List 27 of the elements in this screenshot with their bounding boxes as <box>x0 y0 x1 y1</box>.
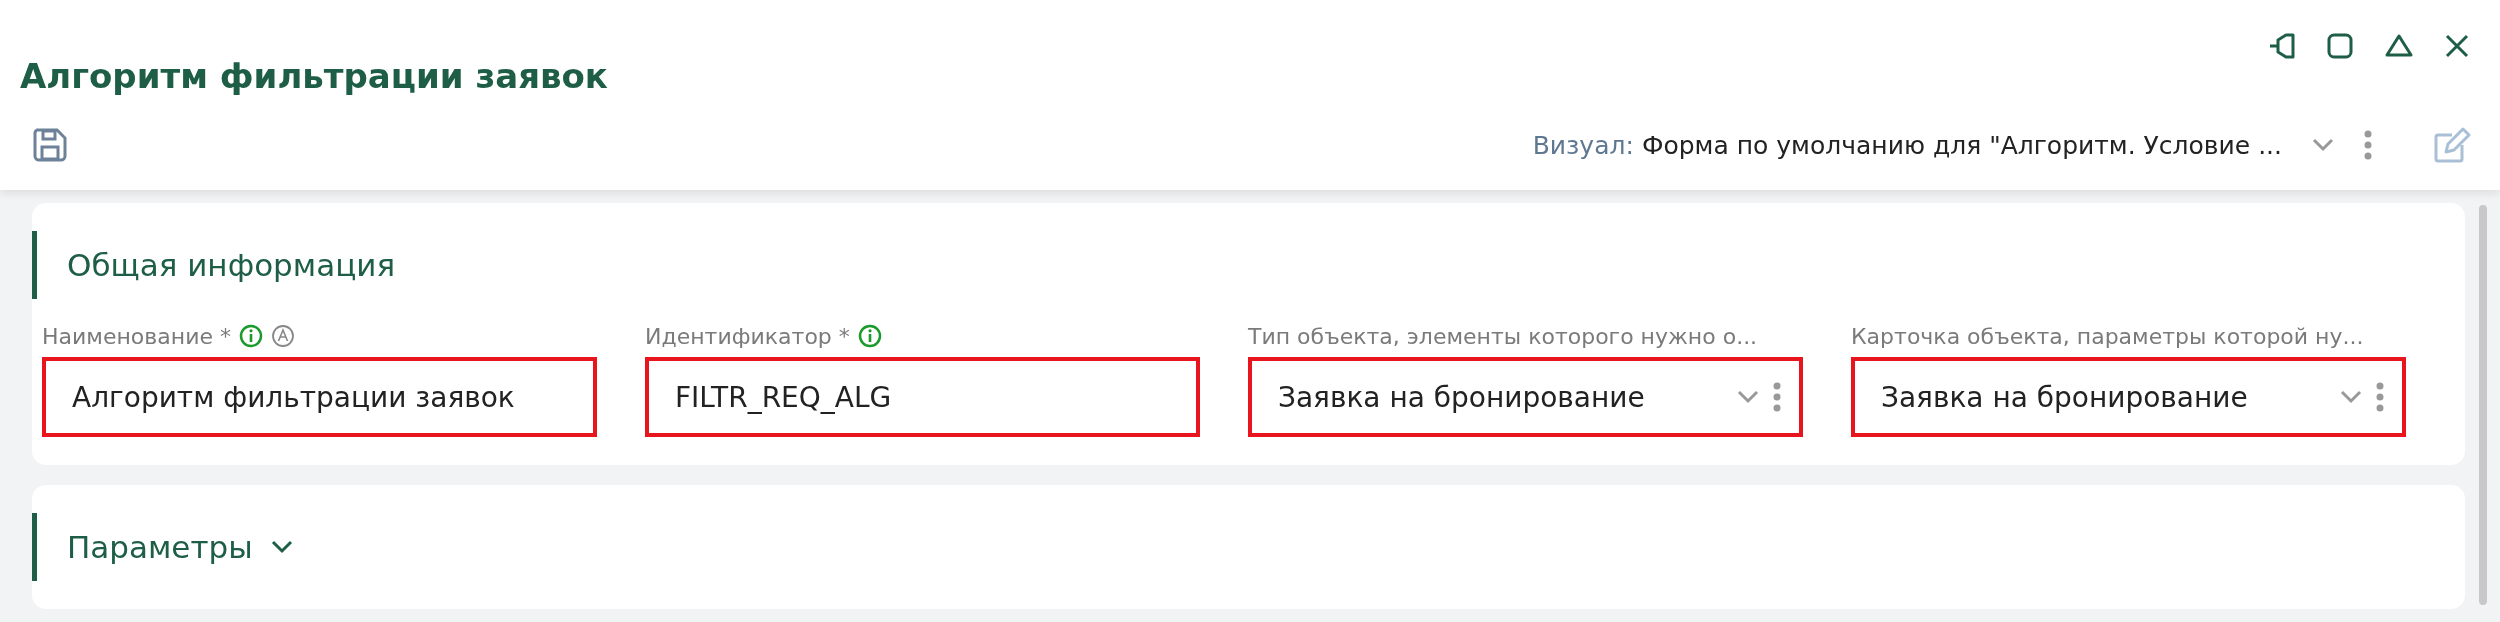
visual-label: Визуал: <box>1532 130 1634 160</box>
input-field[interactable]: FILTR_REQ_ALG <box>645 357 1200 437</box>
info-icon[interactable] <box>238 324 263 348</box>
chevron-down-icon[interactable] <box>270 540 293 554</box>
save-icon[interactable] <box>32 127 68 163</box>
field-label: Тип объекта, элементы которого нужно о... <box>1248 323 1758 349</box>
visual-value: Форма по умолчанию для "Алгоритм. Условие ... <box>1641 130 2282 160</box>
scrollbar[interactable] <box>2478 205 2487 605</box>
auto-icon[interactable] <box>270 324 295 348</box>
field-label: Наименование * <box>42 323 231 349</box>
field-label: Идентификатор * <box>645 323 850 349</box>
more-icon[interactable] <box>1773 382 1781 412</box>
edit-icon[interactable] <box>2432 125 2472 165</box>
section-title: Общая информация <box>67 247 396 283</box>
window-title: Алгоритм фильтрации заявок <box>20 56 608 96</box>
more-icon[interactable] <box>2376 382 2384 412</box>
collapse-icon[interactable] <box>2384 32 2414 60</box>
section-title[interactable]: Параметры <box>67 529 253 565</box>
input-field[interactable]: Алгоритм фильтрации заявок <box>42 357 597 437</box>
more-icon[interactable] <box>2364 130 2372 160</box>
close-icon[interactable] <box>2444 32 2470 60</box>
info-icon[interactable] <box>857 324 882 348</box>
select-field[interactable]: Заявка на бронирование <box>1851 357 2406 437</box>
maximize-icon[interactable] <box>2326 32 2354 60</box>
pin-icon[interactable] <box>2268 32 2296 60</box>
select-field[interactable]: Заявка на бронирование <box>1248 357 1803 437</box>
field-label: Карточка объекта, параметры которой ну... <box>1851 323 2364 349</box>
